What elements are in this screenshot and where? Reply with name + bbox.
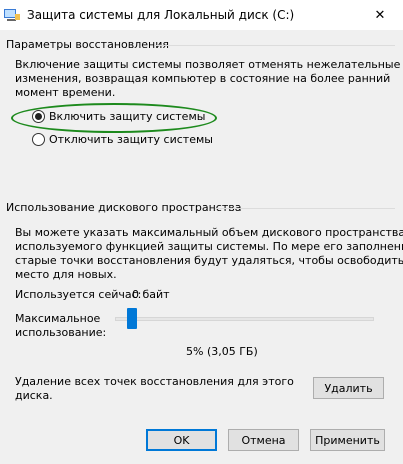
disk-description-line-4: место для новых.: [15, 268, 117, 281]
restore-settings-group-label: Параметры восстановления: [6, 38, 169, 51]
radio-disable-protection[interactable]: Отключить защиту системы: [32, 133, 213, 146]
radio-enable-label[interactable]: Включить защиту системы: [49, 110, 205, 123]
radio-disable-label[interactable]: Отключить защиту системы: [49, 133, 213, 146]
group-divider: [215, 208, 395, 209]
disk-description-line-2: используемого функцией защиты системы. П…: [15, 240, 403, 253]
disk-usage-group-label: Использование дискового пространства: [6, 201, 242, 214]
max-usage-slider-thumb[interactable]: [127, 308, 137, 329]
delete-description-line-2: диска.: [15, 389, 53, 402]
slider-value-text: 5% (3,05 ГБ): [186, 345, 258, 358]
restore-description-line-1: Включение защиты системы позволяет отмен…: [15, 58, 401, 71]
ok-button[interactable]: OK: [146, 429, 217, 451]
group-divider: [155, 45, 395, 46]
radio-enable-indicator[interactable]: [32, 110, 45, 123]
close-button[interactable]: ✕: [357, 0, 403, 30]
current-usage-label: Используется сейчас:: [15, 288, 142, 301]
radio-enable-protection[interactable]: Включить защиту системы: [32, 110, 205, 123]
max-usage-label-line-1: Максимальное: [15, 312, 101, 325]
radio-disable-indicator[interactable]: [32, 133, 45, 146]
disk-description-line-1: Вы можете указать максимальный объем дис…: [15, 226, 403, 239]
max-usage-label-line-2: использование:: [15, 326, 107, 339]
window-title: Защита системы для Локальный диск (C:): [27, 8, 295, 22]
delete-description-line-1: Удаление всех точек восстановления для э…: [15, 375, 294, 388]
cancel-button[interactable]: Отмена: [228, 429, 299, 451]
title-bar: Защита системы для Локальный диск (C:) ✕: [0, 0, 403, 30]
disk-description-line-3: старые точки восстановления будут удалят…: [15, 254, 403, 267]
delete-button[interactable]: Удалить: [313, 377, 384, 399]
max-usage-slider-track[interactable]: [115, 317, 374, 321]
system-protection-icon: [4, 8, 20, 22]
apply-button[interactable]: Применить: [310, 429, 385, 451]
close-icon: ✕: [374, 7, 386, 23]
restore-description-line-3: момент времени.: [15, 86, 116, 99]
restore-description-line-2: изменения, возвращая компьютер в состоян…: [15, 72, 391, 85]
current-usage-value: 0 байт: [132, 288, 170, 301]
